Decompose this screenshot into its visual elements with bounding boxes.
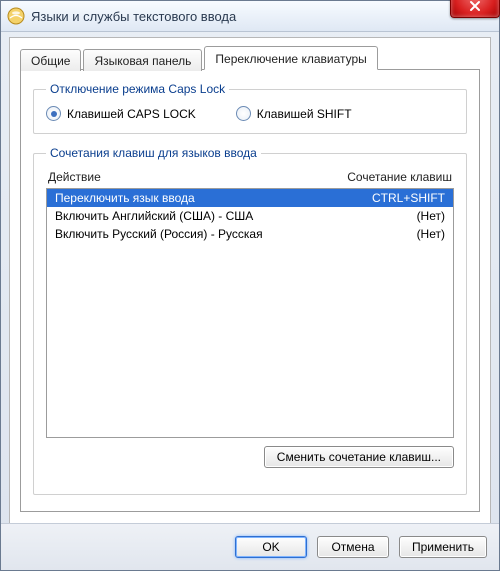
radio-shift[interactable]: Клавишей SHIFT [236, 106, 352, 121]
capslock-radio-row: Клавишей CAPS LOCK Клавишей SHIFT [46, 106, 454, 121]
col-action: Действие [48, 170, 101, 184]
radio-label: Клавишей SHIFT [257, 107, 352, 121]
radio-dot-icon [46, 106, 61, 121]
ok-button[interactable]: OK [235, 536, 307, 558]
app-icon [7, 7, 25, 25]
client-area: Общие Языковая панель Переключение клави… [9, 37, 491, 524]
row-action: Переключить язык ввода [55, 191, 195, 205]
radio-capslock[interactable]: Клавишей CAPS LOCK [46, 106, 196, 121]
list-item[interactable]: Переключить язык ввода CTRL+SHIFT [47, 189, 453, 207]
close-button[interactable] [450, 0, 500, 18]
tab-label: Общие [31, 54, 70, 68]
row-shortcut: (Нет) [417, 209, 445, 223]
cancel-button[interactable]: Отмена [317, 536, 389, 558]
group-legend: Отключение режима Caps Lock [46, 82, 229, 96]
hotkeys-group: Сочетания клавиш для языков ввода Действ… [33, 146, 467, 495]
row-shortcut: (Нет) [417, 227, 445, 241]
row-action: Включить Русский (Россия) - Русская [55, 227, 263, 241]
col-shortcut: Сочетание клавиш [347, 170, 452, 184]
tabpanel-keyboard-switch: Отключение режима Caps Lock Клавишей CAP… [20, 69, 480, 512]
apply-button[interactable]: Применить [399, 536, 487, 558]
tabstrip: Общие Языковая панель Переключение клави… [20, 46, 480, 70]
group-legend: Сочетания клавиш для языков ввода [46, 146, 261, 160]
row-action: Включить Английский (США) - США [55, 209, 253, 223]
titlebar: Языки и службы текстового ввода [1, 1, 499, 32]
tab-keyboard-switch[interactable]: Переключение клавиатуры [204, 46, 377, 70]
tab-label: Языковая панель [94, 54, 191, 68]
row-shortcut: CTRL+SHIFT [372, 191, 445, 205]
dialog-window: Языки и службы текстового ввода Общие Яз… [0, 0, 500, 571]
tab-language-bar[interactable]: Языковая панель [83, 49, 202, 71]
capslock-group: Отключение режима Caps Lock Клавишей CAP… [33, 82, 467, 134]
change-shortcut-button[interactable]: Сменить сочетание клавиш... [264, 446, 454, 468]
close-icon [469, 0, 481, 12]
list-item[interactable]: Включить Русский (Россия) - Русская (Нет… [47, 225, 453, 243]
list-item[interactable]: Включить Английский (США) - США (Нет) [47, 207, 453, 225]
window-title: Языки и службы текстового ввода [31, 9, 236, 24]
dialog-footer: OK Отмена Применить [1, 523, 499, 570]
list-headers: Действие Сочетание клавиш [46, 170, 454, 188]
radio-dot-icon [236, 106, 251, 121]
hotkeys-listbox[interactable]: Переключить язык ввода CTRL+SHIFT Включи… [46, 188, 454, 438]
change-button-row: Сменить сочетание клавиш... [46, 446, 454, 468]
tab-label: Переключение клавиатуры [215, 52, 366, 66]
tab-general[interactable]: Общие [20, 49, 81, 71]
radio-label: Клавишей CAPS LOCK [67, 107, 196, 121]
